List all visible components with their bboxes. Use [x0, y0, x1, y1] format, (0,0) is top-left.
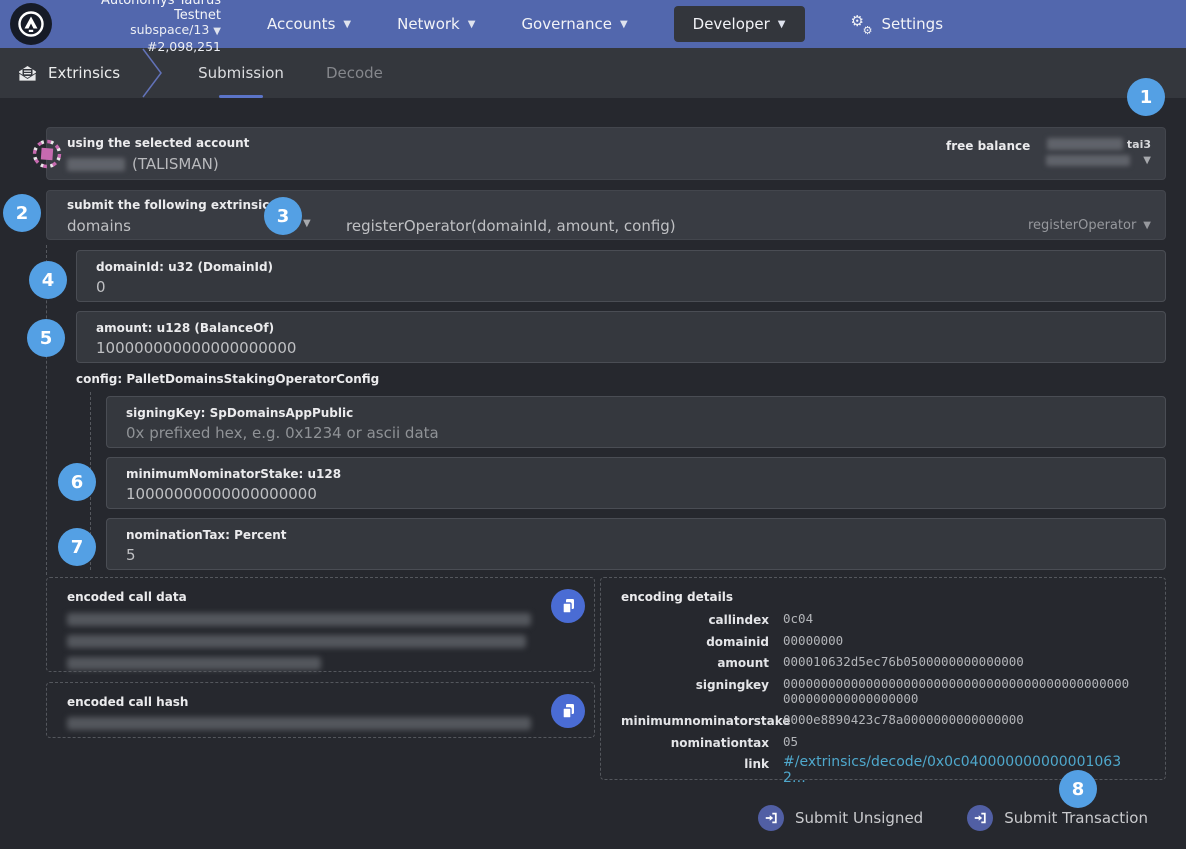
- redacted-balance-secondary: [1046, 155, 1130, 166]
- chevron-down-icon: ▼: [468, 19, 476, 30]
- extrinsic-label: submit the following extrinsic: [67, 198, 269, 212]
- sign-in-icon: [758, 805, 784, 831]
- runtime-selector[interactable]: subspace/13▼: [61, 23, 221, 40]
- autonomys-logo-icon[interactable]: [10, 3, 52, 45]
- field-minimumnominatorstake[interactable]: minimumNominatorStake: u128 100000000000…: [106, 457, 1166, 509]
- chevron-down-icon: ▼: [213, 26, 221, 37]
- field-domainid[interactable]: domainId: u32 (DomainId) 0: [76, 250, 1166, 302]
- field-amount[interactable]: amount: u128 (BalanceOf) 100000000000000…: [76, 311, 1166, 363]
- breadcrumb-chevron-icon: [141, 48, 163, 98]
- copy-icon: [561, 703, 576, 719]
- redacted-call-data-line: [67, 657, 321, 670]
- field-amount-label: amount: u128 (BalanceOf): [96, 321, 1146, 335]
- encoded-call-data-box: encoded call data: [46, 577, 595, 672]
- annotation-badge-5: 5: [27, 319, 65, 357]
- config-section-label: config: PalletDomainsStakingOperatorConf…: [76, 372, 379, 386]
- tabs: Submission Decode: [198, 48, 383, 98]
- extrinsic-select-row: submit the following extrinsic domains ▼…: [46, 190, 1166, 240]
- field-signingkey-label: signingKey: SpDomainsAppPublic: [126, 406, 1146, 420]
- field-minimumnominatorstake-input[interactable]: 10000000000000000000: [126, 485, 1146, 503]
- annotation-badge-8: 8: [1059, 770, 1097, 808]
- encoded-call-hash-label: encoded call hash: [67, 695, 574, 709]
- field-domainid-input[interactable]: 0: [96, 278, 1146, 296]
- main-content: using the selected account (TALISMAN) fr…: [0, 98, 1186, 849]
- chevron-down-icon[interactable]: ▼: [303, 218, 311, 229]
- free-balance-value: tai3: [1046, 136, 1151, 152]
- balance-secondary[interactable]: ▼: [1046, 152, 1151, 168]
- chain-name: Autonomys Taurus Testnet: [61, 0, 221, 23]
- sign-in-icon: [967, 805, 993, 831]
- annotation-badge-4: 4: [29, 261, 67, 299]
- gears-icon: ⚙⚙: [851, 14, 873, 34]
- chevron-down-icon: ▼: [1143, 155, 1151, 166]
- annotation-badge-7: 7: [58, 528, 96, 566]
- section-label: Extrinsics: [48, 64, 120, 82]
- copy-call-data-button[interactable]: [551, 589, 585, 623]
- annotation-badge-2: 2: [3, 194, 41, 232]
- redacted-account-name: [67, 158, 125, 171]
- tab-bar: Extrinsics Submission Decode: [0, 48, 1186, 98]
- annotation-badge-1: 1: [1127, 78, 1165, 116]
- nav-item-governance[interactable]: Governance▼: [521, 15, 627, 33]
- method-name-dropdown[interactable]: registerOperator ▼: [1028, 218, 1151, 233]
- nav-item-accounts[interactable]: Accounts▼: [267, 15, 351, 33]
- redacted-call-data-line: [67, 635, 526, 648]
- chain-info: Autonomys Taurus Testnet subspace/13▼ #2…: [61, 0, 221, 54]
- encoding-details-box: encoding details callindex 0c04 domainid…: [600, 577, 1166, 780]
- field-nominationtax[interactable]: nominationTax: Percent 5: [106, 518, 1166, 570]
- annotation-badge-6: 6: [58, 463, 96, 501]
- tab-submission[interactable]: Submission: [198, 48, 284, 98]
- balance-unit: tai3: [1127, 138, 1151, 151]
- block-number: #2,098,251: [61, 40, 221, 55]
- method-dropdown[interactable]: registerOperator(domainId, amount, confi…: [346, 217, 676, 235]
- field-nominationtax-input[interactable]: 5: [126, 546, 1146, 564]
- copy-icon: [561, 598, 576, 614]
- encoding-row: nominationtax 05: [621, 734, 1145, 750]
- encoding-row: domainid 00000000: [621, 633, 1145, 649]
- field-signingkey-input[interactable]: 0x prefixed hex, e.g. 0x1234 or ascii da…: [126, 424, 1146, 442]
- encoded-call-data-label: encoded call data: [67, 590, 574, 604]
- submit-transaction-button[interactable]: Submit Transaction: [967, 805, 1148, 831]
- copy-call-hash-button[interactable]: [551, 694, 585, 728]
- chevron-down-icon: ▼: [343, 19, 351, 30]
- field-minimumnominatorstake-label: minimumNominatorStake: u128: [126, 467, 1146, 481]
- encoding-row: minimumnominatorstake 0000e8890423c78a00…: [621, 712, 1145, 728]
- encoding-row: callindex 0c04: [621, 611, 1145, 627]
- nav-item-network[interactable]: Network▼: [397, 15, 475, 33]
- main-nav: Accounts▼ Network▼ Governance▼ Developer…: [267, 6, 943, 42]
- app-header: Autonomys Taurus Testnet subspace/13▼ #2…: [0, 0, 1186, 48]
- field-domainid-label: domainId: u32 (DomainId): [96, 260, 1146, 274]
- redacted-call-hash-line: [67, 717, 531, 730]
- encoding-row: signingkey 00000000000000000000000000000…: [621, 676, 1145, 707]
- annotation-badge-3: 3: [264, 197, 302, 235]
- account-source: (TALISMAN): [132, 155, 219, 173]
- field-signingkey[interactable]: signingKey: SpDomainsAppPublic 0x prefix…: [106, 396, 1166, 448]
- encoded-call-hash-box: encoded call hash: [46, 682, 595, 738]
- account-select-row[interactable]: using the selected account (TALISMAN) fr…: [46, 127, 1166, 180]
- submit-actions: Submit Unsigned Submit Transaction: [758, 805, 1148, 831]
- section-head-extrinsics: Extrinsics: [0, 64, 120, 82]
- redacted-call-data-line: [67, 613, 531, 626]
- account-identicon: [32, 139, 62, 169]
- free-balance-label: free balance: [946, 136, 1030, 153]
- chevron-down-icon: ▼: [620, 19, 628, 30]
- nav-item-settings[interactable]: ⚙⚙ Settings: [851, 14, 944, 34]
- field-nominationtax-label: nominationTax: Percent: [126, 528, 1146, 542]
- extrinsics-icon: [18, 65, 37, 82]
- chevron-down-icon: ▼: [1143, 220, 1151, 231]
- tab-decode[interactable]: Decode: [326, 48, 383, 98]
- encoding-row: amount 000010632d5ec76b0500000000000000: [621, 654, 1145, 670]
- chevron-down-icon: ▼: [778, 19, 786, 30]
- encoding-details-label: encoding details: [621, 590, 1145, 604]
- nav-item-developer[interactable]: Developer▼: [674, 6, 805, 42]
- redacted-balance: [1047, 138, 1123, 150]
- pallet-dropdown[interactable]: domains: [67, 217, 131, 235]
- submit-unsigned-button[interactable]: Submit Unsigned: [758, 805, 923, 831]
- field-amount-input[interactable]: 100000000000000000000: [96, 339, 1146, 357]
